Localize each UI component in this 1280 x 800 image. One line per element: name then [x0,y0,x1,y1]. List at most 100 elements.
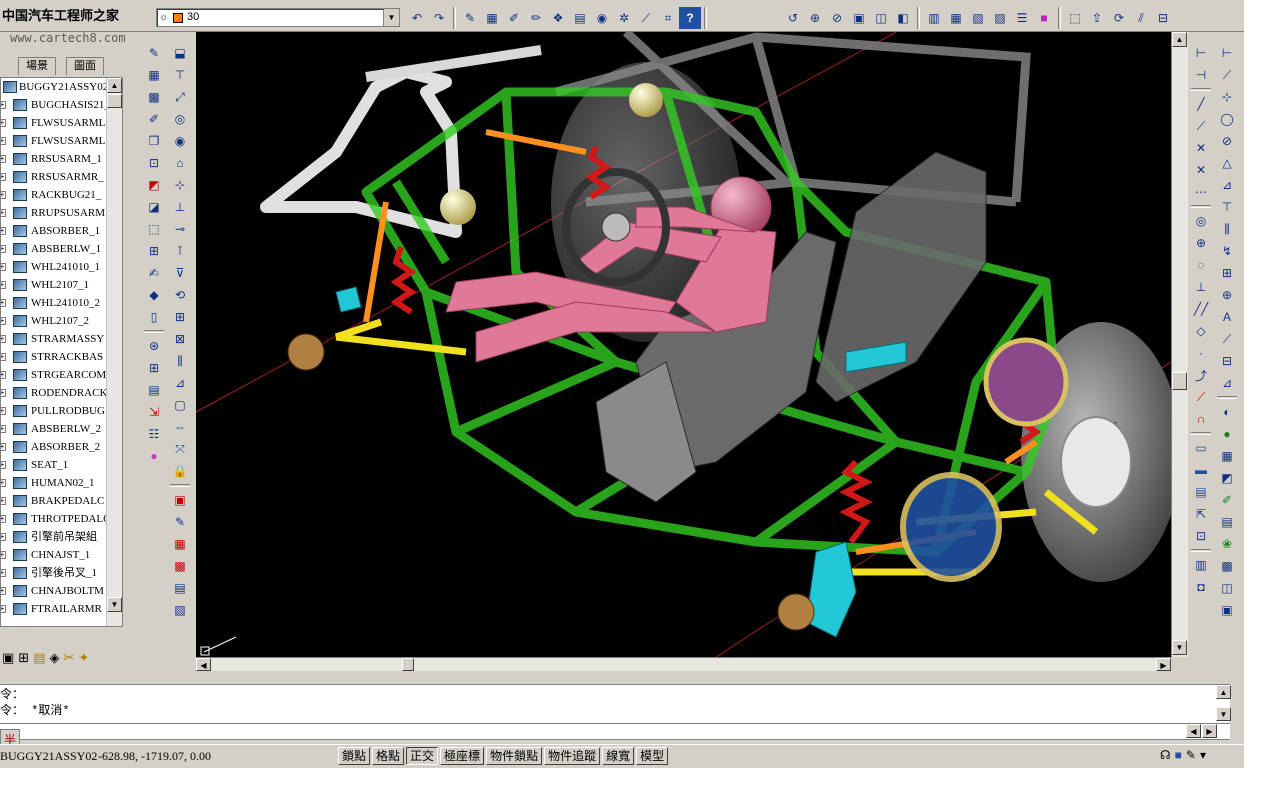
toggle-polar[interactable]: 極座標 [440,747,485,765]
scroll-left-icon[interactable]: ◀ [1186,724,1201,738]
expand-icon[interactable]: + [1,605,6,613]
line-icon[interactable]: ╱ [1190,93,1212,115]
hatch-icon[interactable]: ◩ [143,174,165,196]
expand-icon[interactable]: + [1,353,6,361]
vp-3-icon[interactable]: ▦ [169,533,191,555]
color-icon[interactable]: ■ [1033,7,1055,29]
tree-item[interactable]: + RRSUSARM_1 [1,150,122,168]
vp-6-icon[interactable]: ▧ [169,599,191,621]
center-mark-icon[interactable]: ⊕ [1216,284,1238,306]
revolve-icon[interactable]: ⟳ [1108,7,1130,29]
dim-base-icon[interactable]: ⤧ [169,438,191,460]
help-icon[interactable]: ? [679,7,701,29]
arc-icon[interactable]: ⊕ [1190,232,1212,254]
dim-linear-icon[interactable]: ⫼ [169,350,191,372]
measure-icon[interactable]: ✂ [64,650,75,666]
layer-dropdown[interactable]: ☼ 30 ▼ [156,8,400,27]
tree-item[interactable]: + ABSORBER_1 [1,222,122,240]
zoom-realtime-icon[interactable]: ⊘ [826,7,848,29]
offset-icon[interactable]: ▬ [1190,459,1212,481]
ucs-object-icon[interactable]: ◉ [169,130,191,152]
copy-icon[interactable]: ⊡ [1190,525,1212,547]
assembly-icon[interactable]: ⊞ [18,650,29,666]
redo-icon[interactable]: ↷ [428,7,450,29]
expand-icon[interactable]: + [1,137,6,145]
dim-horizontal-icon[interactable]: ⊢ [1190,42,1212,64]
circle-icon[interactable]: ◎ [1190,210,1212,232]
clip-icon[interactable]: ▤ [143,379,165,401]
ucs-prev-icon[interactable]: ⤢ [169,86,191,108]
render-1-icon[interactable]: ◐ [1216,401,1238,423]
gradient-icon[interactable]: ◪ [143,196,165,218]
ucs-rotate-icon[interactable]: ⟲ [169,284,191,306]
xref-icon[interactable]: ⊞ [143,357,165,379]
toggle-model[interactable]: 模型 [636,747,669,765]
orbit-icon[interactable]: ↺ [782,7,804,29]
table-icon[interactable]: ⊞ [143,240,165,262]
slice-icon[interactable]: ⫽ [1130,7,1152,29]
save-icon[interactable]: ◘ [1190,576,1212,598]
scroll-thumb[interactable] [1172,372,1187,390]
tree-item[interactable]: + RRSUSARMR_ [1,168,122,186]
bind-icon[interactable]: ⇲ [143,401,165,423]
scroll-left-icon[interactable]: ◀ [196,658,211,671]
chevron-down-icon[interactable]: ▼ [383,9,399,26]
quick-dim-icon[interactable]: ⊿ [1216,174,1238,196]
dim-diameter-icon[interactable]: ⊘ [1216,130,1238,152]
render-3-icon[interactable]: ▦ [1216,445,1238,467]
expand-icon[interactable]: + [1,245,6,253]
dim-cont-icon[interactable]: ⇔ [169,416,191,438]
expand-icon[interactable]: + [1,227,6,235]
dim-angular-icon[interactable]: △ [1216,152,1238,174]
tree-item[interactable]: + WHL2107_1 [1,276,122,294]
rect-icon[interactable]: ⋯ [1190,181,1212,203]
tree-item[interactable]: + CHNAJBOLTM [1,582,122,600]
tab-scene[interactable]: 場景 [18,57,56,75]
expand-icon[interactable]: + [1,155,6,163]
render-icon[interactable]: ◉ [591,7,613,29]
tree-item[interactable]: + STRGEARCOM [1,366,122,384]
shade-icon[interactable]: ◧ [892,7,914,29]
command-input[interactable]: ◀ ▶ [0,724,1230,740]
ellipse-icon[interactable]: ⊥ [1190,276,1212,298]
expand-icon[interactable]: + [1,209,6,217]
expand-icon[interactable]: + [1,263,6,271]
tree-item[interactable]: + STRARMASSY [1,330,122,348]
tree-item[interactable]: + STRRACKBAS [1,348,122,366]
tree-item[interactable]: + 引擎後吊叉_1 [1,564,122,582]
expand-icon[interactable]: + [1,299,6,307]
toggle-osnap[interactable]: 物件鎖點 [486,747,543,765]
dim-style-icon[interactable]: ⊿ [1216,372,1238,394]
scroll-up-icon[interactable]: ▲ [1172,32,1187,47]
vp-5-icon[interactable]: ▤ [169,577,191,599]
viewport-hscrollbar[interactable]: ◀ ▶ [196,657,1171,671]
dim-box-icon[interactable]: ▢ [169,394,191,416]
draw-line-icon[interactable]: ✎ [143,42,165,64]
open-icon[interactable]: ▥ [1190,554,1212,576]
dim-baseline-icon[interactable]: ⊤ [1216,196,1238,218]
expand-icon[interactable]: + [1,497,6,505]
expand-icon[interactable]: + [1,317,6,325]
toggle-otrack[interactable]: 物件追蹤 [544,747,601,765]
expand-icon[interactable]: + [1,587,6,595]
expand-icon[interactable]: + [1,173,6,181]
notes-icon[interactable]: ▤ [33,650,45,666]
insert-icon[interactable]: ▩ [143,86,165,108]
wblock-icon[interactable]: ❐ [143,130,165,152]
vp-2-icon[interactable]: ✎ [169,511,191,533]
dim-update-icon[interactable]: ⊟ [1216,350,1238,372]
tree-item[interactable]: + ABSORBER_2 [1,438,122,456]
render-10-icon[interactable]: ▣ [1216,599,1238,621]
render-8-icon[interactable]: ▩ [1216,555,1238,577]
point-icon[interactable]: ◆ [143,284,165,306]
lock-icon[interactable]: 🔒 [169,460,191,482]
tree-item[interactable]: + FLWSUSARML [1,114,122,132]
dim-continue-icon[interactable]: ⫼ [1216,218,1238,240]
vp-1-icon[interactable]: ▣ [169,489,191,511]
region-icon[interactable]: ⬚ [143,218,165,240]
top-view-icon[interactable]: ▥ [923,7,945,29]
move-icon[interactable]: ⇱ [1190,503,1212,525]
tree-item[interactable]: + WHL2107_2 [1,312,122,330]
array-icon[interactable]: ▭ [1190,437,1212,459]
calc-icon[interactable]: ⌗ [657,7,679,29]
